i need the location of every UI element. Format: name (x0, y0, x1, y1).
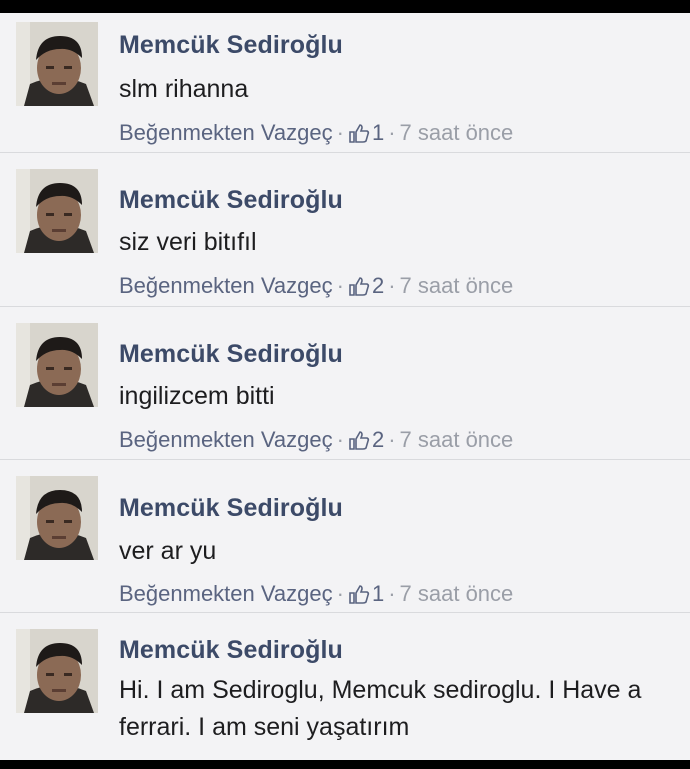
comment-timestamp[interactable]: 7 saat önce (400, 273, 514, 299)
like-count[interactable]: 2 (372, 427, 384, 453)
avatar[interactable] (16, 323, 98, 407)
comment-author[interactable]: Memcük Sediroğlu (119, 31, 343, 60)
separator-dot: · (336, 427, 344, 452)
profile-photo (16, 22, 98, 106)
screenshot: Memcük Sediroğlu slm rihanna Beğenmekten… (0, 0, 690, 769)
comment-text: ver ar yu (119, 537, 217, 565)
unlike-link[interactable]: Beğenmekten Vazgeç (119, 120, 333, 146)
comment-meta: Beğenmekten Vazgeç · 1 · 7 saat önce (119, 120, 513, 146)
bottom-black-bar (0, 760, 690, 769)
separator-dot: · (336, 120, 344, 145)
comment-timestamp[interactable]: 7 saat önce (400, 427, 514, 453)
comment-text: ingilizcem bitti (119, 382, 275, 410)
comment-text: slm rihanna (119, 75, 249, 103)
comment-timestamp[interactable]: 7 saat önce (400, 581, 514, 607)
comment-meta: Beğenmekten Vazgeç · 1 · 7 saat önce (119, 581, 513, 607)
comment-author[interactable]: Memcük Sediroğlu (119, 186, 343, 215)
like-count[interactable]: 1 (372, 581, 384, 607)
comment-author[interactable]: Memcük Sediroğlu (119, 636, 343, 665)
separator-dot: · (388, 120, 396, 145)
comment-text: Hi. I am Sediroglu, Memcuk sediroglu. I … (119, 676, 642, 741)
separator-dot: · (336, 581, 344, 606)
profile-photo (16, 169, 98, 253)
comment-item: Memcük Sediroğlu ingilizcem bitti Beğenm… (0, 307, 690, 460)
comment-timestamp[interactable]: 7 saat önce (400, 120, 514, 146)
avatar[interactable] (16, 169, 98, 253)
separator-dot: · (336, 273, 344, 298)
separator-dot: · (388, 273, 396, 298)
avatar[interactable] (16, 629, 98, 713)
profile-photo (16, 323, 98, 407)
comment-meta: Beğenmekten Vazgeç · 2 · 7 saat önce (119, 273, 513, 299)
thumbs-up-icon (349, 431, 370, 450)
comment-item: Memcük Sediroğlu slm rihanna Beğenmekten… (0, 13, 690, 153)
profile-photo (16, 476, 98, 560)
top-black-bar (0, 0, 690, 13)
thumbs-up-icon (349, 277, 370, 296)
comment-meta: Beğenmekten Vazgeç · 2 · 7 saat önce (119, 427, 513, 453)
avatar[interactable] (16, 476, 98, 560)
thumbs-up-icon (349, 585, 370, 604)
like-count[interactable]: 1 (372, 120, 384, 146)
separator-dot: · (388, 427, 396, 452)
comment-author[interactable]: Memcük Sediroğlu (119, 494, 343, 523)
thumbs-up-icon (349, 124, 370, 143)
unlike-link[interactable]: Beğenmekten Vazgeç (119, 581, 333, 607)
comment-feed: Memcük Sediroğlu slm rihanna Beğenmekten… (0, 13, 690, 760)
separator-dot: · (388, 581, 396, 606)
comment-author[interactable]: Memcük Sediroğlu (119, 340, 343, 369)
comment-item: Memcük Sediroğlu ver ar yu Beğenmekten V… (0, 460, 690, 613)
profile-photo (16, 629, 98, 713)
avatar[interactable] (16, 22, 98, 106)
comment-text: siz veri bitıfıl (119, 228, 257, 256)
like-count[interactable]: 2 (372, 273, 384, 299)
comment-item: Memcük Sediroğlu siz veri bitıfıl Beğenm… (0, 153, 690, 307)
unlike-link[interactable]: Beğenmekten Vazgeç (119, 273, 333, 299)
comment-item: Memcük Sediroğlu Hi. I am Sediroglu, Mem… (0, 613, 690, 760)
unlike-link[interactable]: Beğenmekten Vazgeç (119, 427, 333, 453)
